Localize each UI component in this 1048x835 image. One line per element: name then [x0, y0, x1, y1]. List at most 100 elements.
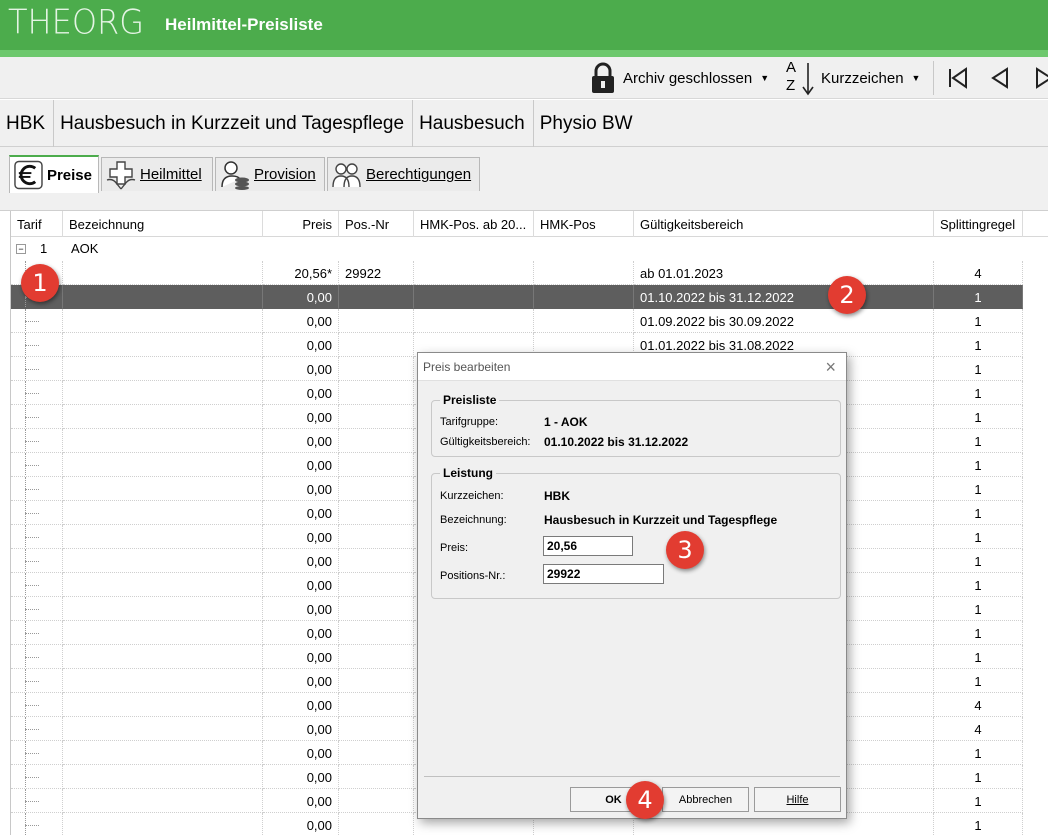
tab-provision[interactable]: Provision — [215, 157, 325, 191]
tab-berechtigungen[interactable]: Berechtigungen — [327, 157, 480, 191]
col-preis[interactable]: Preis — [263, 211, 339, 237]
col-bezeichnung[interactable]: Bezeichnung — [63, 211, 263, 237]
table-row-selected[interactable]: 0,00 01.10.2022 bis 31.12.2022 1 — [11, 285, 1023, 309]
cell-posnr — [339, 597, 414, 621]
help-button[interactable]: Hilfe — [754, 787, 841, 812]
cell-tarif — [11, 477, 63, 501]
step-badge-2: 2 — [828, 276, 866, 314]
cell-hmk-pos — [534, 309, 634, 333]
preis-input[interactable] — [543, 536, 633, 556]
cell-splittingregel: 1 — [934, 789, 1023, 813]
cell-preis: 0,00 — [263, 309, 339, 333]
edit-price-dialog: Preis bearbeiten × Preisliste Tarifgrupp… — [417, 352, 847, 819]
cell-bezeichnung — [63, 333, 263, 357]
table-row[interactable]: 0,00 01.09.2022 bis 30.09.2022 1 — [11, 309, 1023, 333]
cell-posnr — [339, 333, 414, 357]
cell-bezeichnung — [63, 789, 263, 813]
cell-splittingregel: 1 — [934, 309, 1023, 333]
cell-tarif — [11, 429, 63, 453]
cell-posnr — [339, 621, 414, 645]
cell-posnr — [339, 477, 414, 501]
cell-preis: 0,00 — [263, 405, 339, 429]
cell-posnr — [339, 813, 414, 835]
cell-splittingregel: 1 — [934, 333, 1023, 357]
col-splittingregel[interactable]: Splittingregel — [934, 211, 1023, 237]
cell-tarif — [11, 333, 63, 357]
cell-tarif — [11, 525, 63, 549]
preisliste-title: Preisliste — [440, 393, 500, 407]
cell-bezeichnung — [63, 813, 263, 835]
cell-bezeichnung — [63, 477, 263, 501]
tree-branch — [25, 825, 39, 826]
cell-preis: 0,00 — [263, 717, 339, 741]
cell-posnr — [339, 717, 414, 741]
gueltig-value: 01.10.2022 bis 31.12.2022 — [544, 435, 689, 449]
cell-tarif — [11, 573, 63, 597]
cell-posnr: 29922 — [339, 261, 414, 285]
tab-heilmittel[interactable]: Heilmittel — [101, 157, 213, 191]
col-hmk-pos-ab[interactable]: HMK-Pos. ab 20... — [414, 211, 534, 237]
sort-dropdown[interactable]: A Z Kurzzeichen ▼ — [785, 57, 920, 99]
first-record-icon[interactable] — [946, 66, 970, 90]
tree-branch — [25, 441, 39, 442]
group-row-aok[interactable]: − 1 AOK — [11, 237, 1023, 261]
tree-branch — [25, 801, 39, 802]
cell-bezeichnung — [63, 525, 263, 549]
person-coins-icon — [221, 160, 249, 190]
cell-preis: 0,00 — [263, 789, 339, 813]
cell-bezeichnung — [63, 285, 263, 309]
positionsnr-input[interactable] — [543, 564, 664, 584]
cell-tarif — [11, 765, 63, 789]
cell-splittingregel: 1 — [934, 453, 1023, 477]
group-name: AOK — [71, 241, 99, 256]
sort-az-icon: A Z — [785, 58, 817, 98]
cell-tarif — [11, 741, 63, 765]
cell-tarif — [11, 309, 63, 333]
cell-posnr — [339, 789, 414, 813]
col-gueltigkeit[interactable]: Gültigkeitsbereich — [634, 211, 934, 237]
table-row[interactable]: 20,56* 29922 ab 01.01.2023 4 — [11, 261, 1023, 285]
col-hmk-pos[interactable]: HMK-Pos — [534, 211, 634, 237]
preis-label: Preis: — [440, 542, 469, 554]
cell-posnr — [339, 669, 414, 693]
cell-posnr — [339, 405, 414, 429]
cell-preis: 0,00 — [263, 453, 339, 477]
archive-dropdown[interactable]: Archiv geschlossen ▼ — [590, 57, 769, 99]
cell-preis: 0,00 — [263, 597, 339, 621]
sort-icon-bottom: Z — [786, 77, 796, 94]
cancel-button[interactable]: Abbrechen — [662, 787, 749, 812]
cell-posnr — [339, 741, 414, 765]
cell-splittingregel: 1 — [934, 405, 1023, 429]
tree-branch — [25, 417, 39, 418]
previous-record-icon[interactable] — [988, 66, 1012, 90]
collapse-toggle-icon[interactable]: − — [16, 244, 26, 254]
tree-branch — [25, 489, 39, 490]
tree-branch — [25, 561, 39, 562]
tree-branch — [25, 609, 39, 610]
cell-splittingregel: 1 — [934, 765, 1023, 789]
col-tarif[interactable]: Tarif — [11, 211, 63, 237]
next-record-icon[interactable] — [1034, 66, 1048, 90]
cell-tarif — [11, 621, 63, 645]
info-kategorie: Hausbesuch — [413, 100, 534, 147]
tab-preise[interactable]: Preise — [9, 155, 99, 193]
info-fachbereich: Physio BW — [539, 112, 633, 134]
cell-splittingregel: 1 — [934, 477, 1023, 501]
cell-bezeichnung — [63, 693, 263, 717]
tree-branch — [25, 465, 39, 466]
cell-posnr — [339, 429, 414, 453]
cell-tarif — [11, 549, 63, 573]
tab-label: Provision — [254, 166, 316, 183]
cell-bezeichnung — [63, 741, 263, 765]
cell-hmk-pos — [534, 261, 634, 285]
cell-preis: 0,00 — [263, 477, 339, 501]
cell-preis: 0,00 — [263, 429, 339, 453]
col-posnr[interactable]: Pos.-Nr — [339, 211, 414, 237]
chevron-down-icon: ▼ — [760, 73, 770, 83]
archive-label: Archiv geschlossen — [623, 69, 753, 87]
dialog-title-bar: Preis bearbeiten × — [418, 353, 846, 381]
chevron-down-icon: ▼ — [911, 73, 921, 83]
bezeichnung-value: Hausbesuch in Kurzzeit und Tagespflege — [544, 513, 778, 527]
close-icon[interactable]: × — [825, 357, 836, 378]
cell-splittingregel: 1 — [934, 573, 1023, 597]
